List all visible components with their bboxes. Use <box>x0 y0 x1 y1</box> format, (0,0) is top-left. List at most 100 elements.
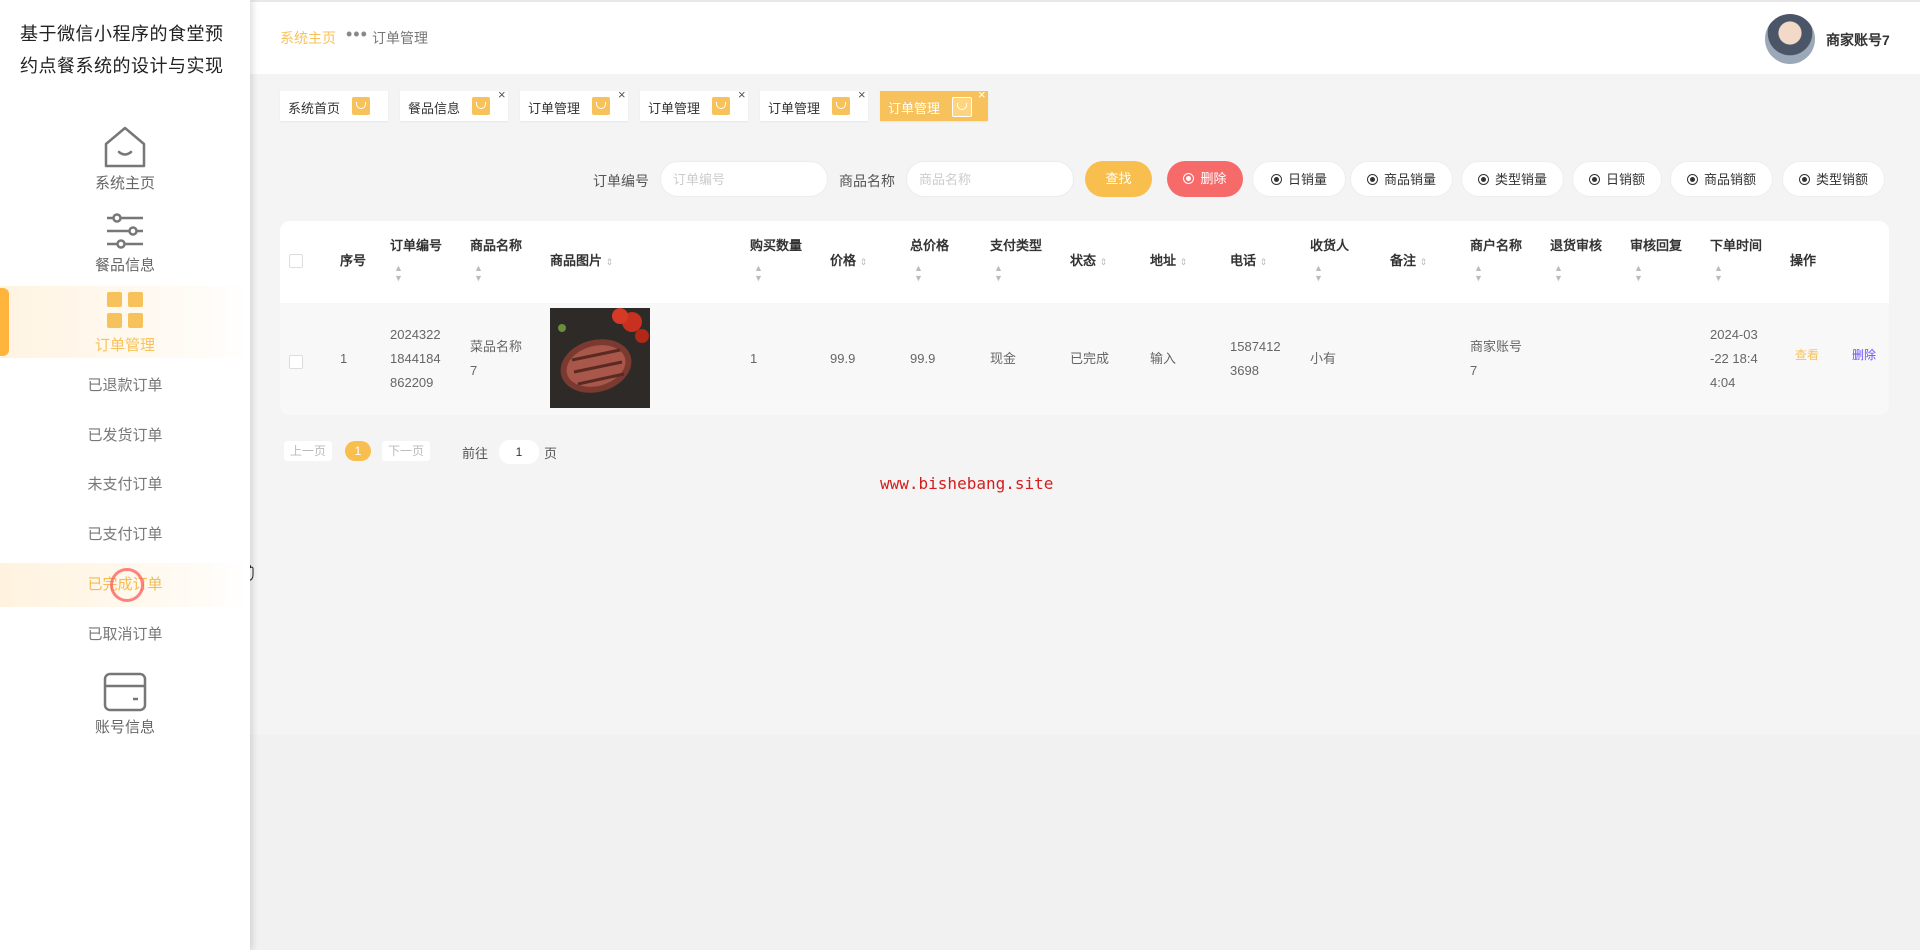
type-revenue-button[interactable]: 类型销额 <box>1782 161 1885 197</box>
header-label: 支付类型 <box>990 238 1043 253</box>
sort-icon[interactable]: ▲ ▼ <box>994 263 1003 283</box>
header-product-image[interactable]: 商品图片 ⇕ <box>550 251 613 272</box>
row-delete-button[interactable]: 删除 <box>1852 343 1876 367</box>
daily-revenue-button[interactable]: 日销额 <box>1572 161 1662 197</box>
sort-icon[interactable]: ▲ ▼ <box>1314 263 1323 283</box>
top-header: 系统主页 ••• 订单管理 商家账号7 <box>250 0 1920 74</box>
tab-orders-1[interactable]: 订单管理 × <box>520 87 628 121</box>
tab-orders-active[interactable]: 订单管理 × <box>880 87 988 121</box>
sort-icon[interactable]: ▲ ▼ <box>1714 263 1723 283</box>
header-label: 总价格 <box>910 238 950 253</box>
user-name[interactable]: 商家账号7 <box>1826 30 1890 50</box>
header-price[interactable]: 价格 ⇕ <box>830 251 867 272</box>
stat-label: 类型销额 <box>1815 172 1868 187</box>
sidebar-item-label: 餐品信息 <box>94 257 155 274</box>
close-icon[interactable]: × <box>498 87 506 102</box>
header-address[interactable]: 地址 ⇕ <box>1150 251 1187 272</box>
smile-icon <box>592 97 610 115</box>
header-actions: 操作 <box>1790 253 1817 268</box>
smile-icon <box>352 97 370 115</box>
row-checkbox[interactable] <box>289 355 303 369</box>
tab-label: 订单管理 <box>528 101 581 116</box>
header-qty[interactable]: 购买数量 <box>750 236 802 256</box>
search-button[interactable]: 查找 <box>1085 161 1152 197</box>
smile-icon <box>472 97 490 115</box>
sort-icon[interactable]: ▲ ▼ <box>474 263 483 283</box>
product-name-input[interactable] <box>906 161 1074 197</box>
sort-icon[interactable]: ⇕ <box>1100 257 1108 267</box>
sidebar-sub-refunded[interactable]: 已退款订单 <box>0 364 250 408</box>
type-sales-button[interactable]: 类型销量 <box>1461 161 1564 197</box>
order-no-input[interactable] <box>660 161 828 197</box>
cell-line: 菜品名称 <box>470 339 523 354</box>
tab-home[interactable]: 系统首页 <box>280 91 388 121</box>
header-product-name[interactable]: 商品名称 <box>470 236 522 256</box>
header-phone[interactable]: 电话 ⇕ <box>1230 251 1267 272</box>
sort-icon[interactable]: ▲ ▼ <box>394 263 403 283</box>
sort-icon[interactable]: ▲ ▼ <box>1554 263 1563 283</box>
daily-sales-button[interactable]: 日销量 <box>1252 161 1346 197</box>
header-order-no[interactable]: 订单编号 <box>390 236 442 256</box>
header-review-reply[interactable]: 审核回复 <box>1630 236 1682 256</box>
sidebar-item-meals[interactable]: 餐品信息 <box>0 210 250 280</box>
sort-icon[interactable]: ▲ ▼ <box>914 263 923 283</box>
product-image[interactable] <box>550 308 650 408</box>
sort-icon[interactable]: ⇕ <box>1260 257 1268 267</box>
cell-line: 7 <box>1470 363 1478 378</box>
tab-meals[interactable]: 餐品信息 × <box>400 87 508 121</box>
header-status[interactable]: 状态 ⇕ <box>1070 251 1107 272</box>
sidebar-sub-cancelled[interactable]: 已取消订单 <box>0 613 250 657</box>
sidebar-item-account[interactable]: 账号信息 <box>0 670 250 748</box>
cell-pay-type: 现金 <box>990 351 1017 366</box>
close-icon[interactable]: × <box>858 87 866 102</box>
header-label: 下单时间 <box>1710 238 1763 253</box>
radio-icon <box>1366 174 1378 185</box>
tab-orders-3[interactable]: 订单管理 × <box>760 87 868 121</box>
breadcrumb-separator-icon: ••• <box>346 24 368 44</box>
avatar[interactable] <box>1765 14 1815 64</box>
cell-product-name: 菜品名称 7 <box>470 335 522 383</box>
goto-page-input[interactable] <box>499 440 539 464</box>
sort-icon[interactable]: ⇕ <box>1180 257 1188 267</box>
tab-orders-2[interactable]: 订单管理 × <box>640 87 748 121</box>
sort-icon[interactable]: ▲ ▼ <box>754 263 763 283</box>
sort-icon[interactable]: ▲ ▼ <box>1474 263 1483 283</box>
header-remark[interactable]: 备注 ⇕ <box>1390 251 1427 272</box>
table-row: 1 2024322 1844184 862209 菜品名称 7 1 99.9 9… <box>280 303 1889 415</box>
sort-icon[interactable]: ⇕ <box>860 257 868 267</box>
sliders-icon <box>107 213 143 249</box>
wallet-icon <box>103 672 147 712</box>
sidebar-item-label: 系统主页 <box>94 175 155 192</box>
view-button[interactable]: 查看 <box>1795 343 1819 367</box>
tab-label: 订单管理 <box>648 101 701 116</box>
header-order-time[interactable]: 下单时间 <box>1710 236 1762 256</box>
header-label: 订单编号 <box>390 238 443 253</box>
delete-button[interactable]: 删除 <box>1167 161 1243 197</box>
cell-line: 2024322 <box>390 327 441 342</box>
close-icon[interactable]: × <box>978 87 986 102</box>
close-icon[interactable]: × <box>738 87 746 102</box>
header-pay-type[interactable]: 支付类型 <box>990 236 1042 256</box>
next-page-button[interactable]: 下一页 <box>382 441 431 461</box>
product-revenue-button[interactable]: 商品销额 <box>1670 161 1773 197</box>
breadcrumb-home[interactable]: 系统主页 <box>280 28 336 48</box>
goto-label: 前往 <box>462 446 489 461</box>
sidebar-item-home[interactable]: 系统主页 <box>0 124 250 198</box>
header-merchant[interactable]: 商户名称 <box>1470 236 1522 256</box>
page-number-current[interactable]: 1 <box>345 441 371 461</box>
prev-page-button[interactable]: 上一页 <box>284 441 333 461</box>
header-refund-review[interactable]: 退货审核 <box>1550 236 1602 256</box>
header-total[interactable]: 总价格 <box>910 236 949 256</box>
close-icon[interactable]: × <box>618 87 626 102</box>
sidebar-sub-paid[interactable]: 已支付订单 <box>0 513 250 557</box>
sidebar-item-orders[interactable]: 订单管理 <box>0 286 250 358</box>
sort-icon[interactable]: ▲ ▼ <box>1634 263 1643 283</box>
product-sales-button[interactable]: 商品销量 <box>1350 161 1453 197</box>
header-receiver[interactable]: 收货人 <box>1310 236 1349 256</box>
sidebar-sub-shipped[interactable]: 已发货订单 <box>0 414 250 458</box>
cell-merchant: 商家账号 7 <box>1470 335 1522 383</box>
select-all-checkbox[interactable] <box>289 254 303 268</box>
sidebar-sub-unpaid[interactable]: 未支付订单 <box>0 463 250 507</box>
sort-icon[interactable]: ⇕ <box>1420 257 1428 267</box>
sort-icon[interactable]: ⇕ <box>606 257 614 267</box>
